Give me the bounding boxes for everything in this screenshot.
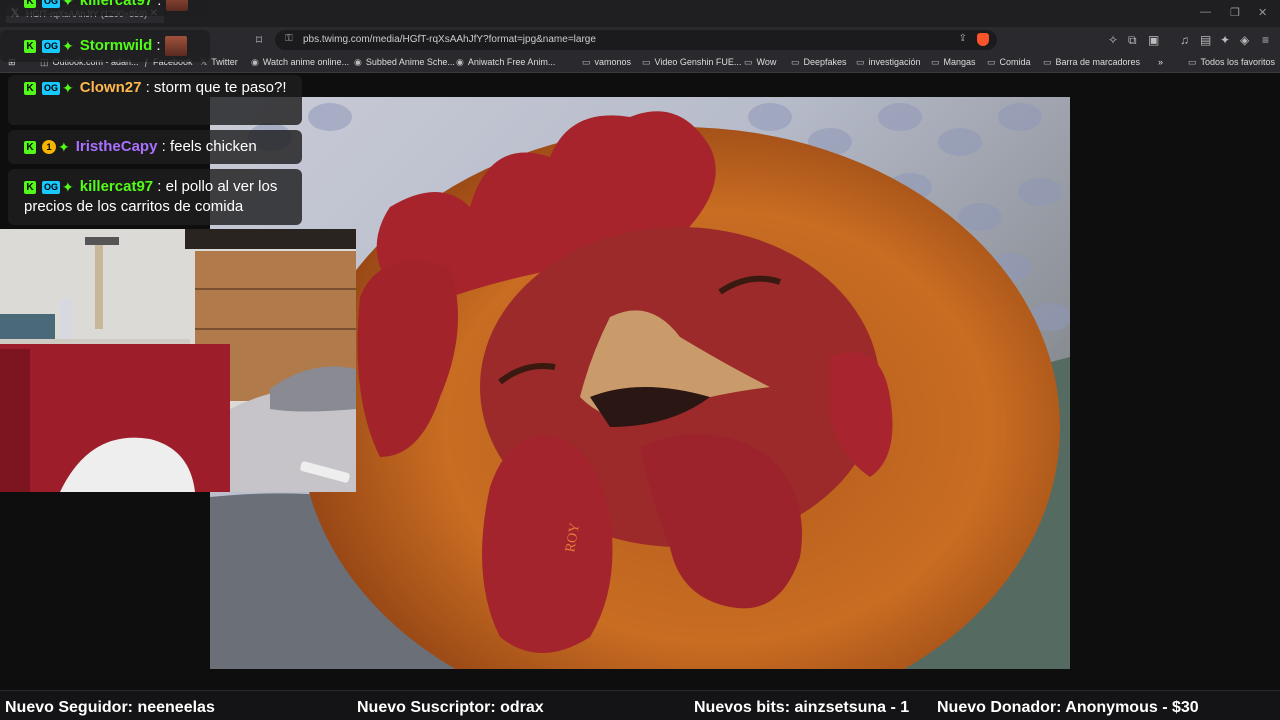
bookmark-item[interactable]: ◉ Subbed Anime Sche...	[354, 57, 455, 68]
leo-icon[interactable]: ✧	[1108, 33, 1118, 47]
address-bar[interactable]: ⚿ pbs.twimg.com/media/HGfT-rqXsAAhJfY?fo…	[275, 30, 997, 50]
bookmark-item[interactable]: ▭ Wow	[744, 57, 776, 68]
folder-icon: ▭	[1043, 57, 1052, 67]
chat-message: K OG ✦ killercat97 :	[0, 0, 210, 16]
bookmark-label: Deepfakes	[803, 57, 847, 67]
bookmark-item[interactable]: ▭ Barra de marcadores	[1043, 57, 1140, 68]
emote-icon	[164, 36, 187, 57]
folder-icon: ▭	[791, 57, 800, 67]
bookmark-item[interactable]: ▭ investigación	[856, 57, 921, 68]
chat-text: storm que te paso?!	[149, 79, 287, 96]
bookmark-item[interactable]: ▭ Deepfakes	[791, 57, 847, 68]
wallet-icon[interactable]: ▤	[1200, 33, 1211, 47]
kick-badge-icon: K	[24, 140, 36, 154]
bookmark-label: Barra de marcadores	[1055, 57, 1141, 67]
bookmark-item[interactable]: ▭ Comida	[987, 57, 1031, 68]
share-icon[interactable]: ⇪	[959, 33, 967, 44]
ticker-follower: Nuevo Seguidor: neeneelas	[5, 699, 215, 716]
sparkle-badge-icon: ✦	[62, 80, 74, 97]
ticker-donor: Nuevo Donador: Anonymous - $30	[937, 699, 1199, 716]
close-window-icon[interactable]: ✕	[1258, 6, 1267, 19]
chat-message: K OG ✦ killercat97 : el pollo al ver los pr…	[8, 169, 302, 225]
chat-message: K OG ✦ Clown27 : storm que te paso?!	[8, 75, 302, 125]
bookmarks-overflow[interactable]: »	[1158, 57, 1163, 67]
kick-badge-icon: K	[24, 39, 36, 53]
web-icon: ◉	[354, 57, 362, 67]
chat-separator: :	[153, 0, 162, 9]
chat-message: K OG ✦ Stormwild :	[0, 30, 210, 62]
chat-text: feels chicken	[165, 138, 257, 155]
ticker-bits: Nuevos bits: ainzsetsuna - 1	[694, 699, 910, 716]
maximize-icon[interactable]: ❐	[1230, 6, 1240, 19]
all-bookmarks-folder[interactable]: ▭ Todos los favoritos	[1188, 57, 1275, 68]
sparkle-badge-icon: ✦	[62, 179, 74, 196]
og-badge-icon: OG	[42, 81, 60, 95]
bookmark-label: vamonos	[594, 57, 632, 67]
vpn-icon[interactable]: ◈	[1240, 33, 1249, 47]
ticker-subscriber: Nuevo Suscriptor: odrax	[357, 699, 544, 716]
chat-overlay: K OG ✦ killercat97 : K OG ✦ Stormwild : K OG ✦ Cl…	[0, 0, 310, 230]
sparkle-badge-icon: ✦	[62, 0, 74, 10]
sparkle-badge-icon: ✦	[58, 139, 70, 156]
bookmark-label: Aniwatch Free Anim...	[467, 57, 556, 67]
folder-icon: ▭	[744, 57, 753, 67]
folder-icon: ▭	[931, 57, 940, 67]
chat-username[interactable]: Clown27	[80, 79, 142, 96]
webcam-scene	[0, 229, 356, 492]
folder-icon: ▭	[856, 57, 865, 67]
bookmark-label: Wow	[756, 57, 777, 67]
chat-separator: :	[157, 138, 166, 155]
folder-icon: ▭	[582, 57, 591, 67]
chat-username[interactable]: killercat97	[80, 178, 153, 195]
bookmark-item[interactable]: ▭ Video Genshin FUE...	[642, 57, 741, 68]
bookmark-item[interactable]: ▭ Mangas	[931, 57, 976, 68]
chat-message: K 1 ✦ IristheCapy : feels chicken	[8, 130, 302, 164]
og-badge-icon: OG	[42, 39, 60, 53]
ai-icon[interactable]: ✦	[1220, 33, 1230, 47]
chat-separator: :	[141, 79, 150, 96]
chat-username[interactable]: IristheCapy	[76, 138, 158, 155]
bookmark-item[interactable]: ◉ Aniwatch Free Anim...	[456, 57, 555, 68]
og-badge-icon: OG	[42, 0, 60, 8]
all-bookmarks-label: Todos los favoritos	[1200, 57, 1276, 67]
web-icon: ◉	[456, 57, 464, 67]
menu-icon[interactable]: ≡	[1262, 33, 1269, 47]
sidebar-icon[interactable]: ▣	[1148, 33, 1159, 47]
chat-username[interactable]: Stormwild	[80, 37, 153, 54]
folder-icon: ▭	[1188, 57, 1197, 67]
og-badge-icon: OG	[42, 180, 60, 194]
kick-badge-icon: K	[24, 81, 36, 95]
bookmark-label: Subbed Anime Sche...	[365, 57, 455, 67]
kick-badge-icon: K	[24, 0, 36, 8]
chat-username[interactable]: killercat97	[80, 0, 153, 9]
minimize-icon[interactable]: —	[1200, 6, 1211, 18]
extensions-icon[interactable]: ⧉	[1128, 33, 1137, 48]
kick-badge-icon: K	[24, 180, 36, 194]
bookmark-label: investigación	[868, 57, 921, 67]
address-text: pbs.twimg.com/media/HGfT-rqXsAAhJfY?form…	[303, 34, 596, 45]
bookmark-label: Mangas	[943, 57, 976, 67]
bookmark-label: Video Genshin FUE...	[654, 57, 742, 67]
bookmark-label: Comida	[999, 57, 1031, 67]
media-icon[interactable]: ♫	[1180, 33, 1189, 47]
stream-screen: 𝕏 HGfT-rqXsAAhJfY (1290×859) ✕ — ❐ ✕ ⌑ ⚿…	[0, 0, 1280, 720]
folder-icon: ▭	[987, 57, 996, 67]
emote-icon	[165, 0, 188, 12]
tier-badge-icon: 1	[42, 140, 56, 155]
webcam-overlay	[0, 229, 356, 492]
folder-icon: ▭	[642, 57, 651, 67]
chat-separator: :	[152, 37, 161, 54]
sparkle-badge-icon: ✦	[62, 38, 74, 55]
brave-shield-icon[interactable]	[977, 33, 989, 46]
bookmark-item[interactable]: ▭ vamonos	[582, 57, 631, 68]
